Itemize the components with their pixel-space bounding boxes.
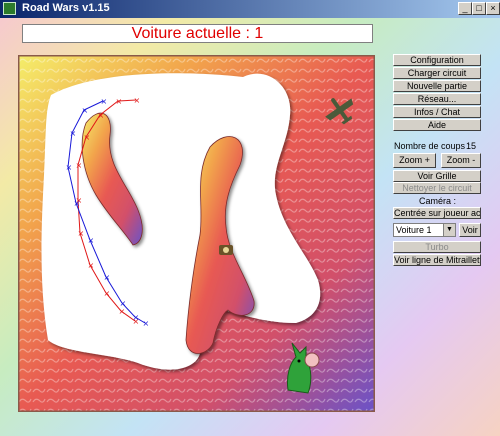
chevron-down-icon[interactable]: ▼: [443, 224, 455, 236]
red-move-marker: ×: [119, 307, 126, 316]
machine-gun-line-button[interactable]: Voir ligne de Mitraillette: [393, 254, 481, 266]
moves-count-label: Nombre de coups :: [394, 141, 471, 151]
blue-move-marker: ×: [70, 129, 77, 138]
blue-move-marker: ×: [104, 273, 111, 282]
turbo-button[interactable]: Turbo: [393, 241, 481, 253]
configuration-button[interactable]: Configuration: [393, 54, 481, 66]
blue-move-marker: ×: [82, 106, 89, 115]
new-game-button[interactable]: Nouvelle partie: [393, 80, 481, 92]
moves-count-value: 15: [466, 141, 477, 151]
network-button[interactable]: Réseau...: [393, 93, 481, 105]
show-grid-button[interactable]: Voir Grille: [393, 170, 481, 182]
red-move-marker: ×: [134, 96, 141, 105]
camera-label: Caméra :: [419, 196, 457, 206]
blue-move-marker: ×: [101, 97, 108, 106]
car-select-value: Voiture 1: [396, 225, 432, 235]
car-select[interactable]: Voiture 1 ▼: [393, 223, 456, 237]
clean-track-button[interactable]: Nettoyer le circuit: [393, 182, 481, 194]
red-move-marker: ×: [104, 289, 111, 298]
blue-move-marker: ×: [74, 199, 81, 208]
info-chat-button[interactable]: Infos / Chat: [393, 106, 481, 118]
red-move-marker: ×: [78, 229, 85, 238]
red-move-marker: ×: [98, 111, 105, 120]
current-car-status: Voiture actuelle : 1: [22, 24, 373, 43]
blue-move-marker: ×: [120, 299, 127, 308]
blue-move-marker: ×: [66, 163, 73, 172]
red-move-marker: ×: [84, 133, 91, 142]
game-board[interactable]: ××××××××××× ××××××××××: [18, 55, 375, 412]
red-move-marker: ×: [76, 161, 83, 170]
close-button[interactable]: ×: [486, 2, 500, 15]
minimize-button[interactable]: _: [458, 2, 472, 15]
red-move-marker: ×: [116, 97, 123, 106]
blue-move-marker: ×: [88, 236, 95, 245]
view-car-button[interactable]: Voir: [459, 223, 481, 237]
blue-move-marker: ×: [143, 319, 150, 328]
camera-center-button[interactable]: Centrée sur joueur actif: [393, 207, 481, 219]
maximize-button[interactable]: □: [472, 2, 486, 15]
app-icon: [3, 2, 16, 15]
help-button[interactable]: Aide: [393, 119, 481, 131]
red-move-marker: ×: [88, 261, 95, 270]
blue-move-marker: ×: [133, 313, 140, 322]
load-track-button[interactable]: Charger circuit: [393, 67, 481, 79]
title-bar: Road Wars v1.15 _ □ ×: [0, 0, 500, 18]
zoom-in-button[interactable]: Zoom +: [393, 153, 436, 168]
window-title: Road Wars v1.15: [22, 2, 110, 14]
zoom-out-button[interactable]: Zoom -: [441, 153, 481, 168]
car-sprite-icon: [219, 245, 233, 255]
